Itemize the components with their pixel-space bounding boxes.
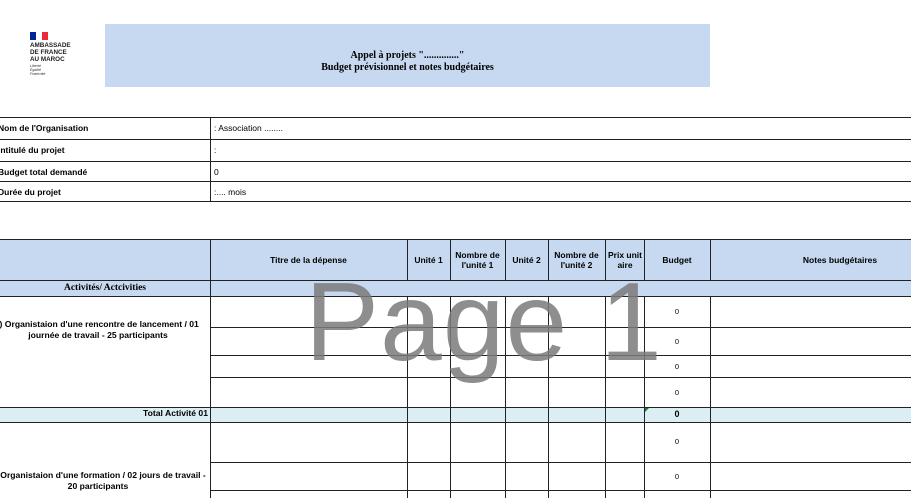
col-header-notes: Notes budgétaires [802, 254, 878, 265]
total-activity-1-value: 0 [674, 409, 680, 419]
cell-marker-icon [645, 408, 649, 412]
budget-table: Titre de la dépense Unité 1 Nombre de l'… [0, 0, 911, 498]
activity-1-budget-3[interactable]: 0 [672, 362, 682, 371]
col-header-nombre1: Nombre de l'unité 1 [455, 249, 500, 270]
activity-2-label: II) Organistaion d'une formation / 02 jo… [0, 470, 206, 491]
activity-1-budget-4[interactable]: 0 [672, 388, 682, 397]
col-header-budget: Budget [662, 254, 692, 265]
col-header-unite2: Unité 2 [512, 254, 541, 265]
col-header-titre: Titre de la dépense [270, 254, 347, 265]
section-label-activites: Activités/ Actcivities [63, 283, 147, 293]
activity-1-budget-2[interactable]: 0 [672, 337, 682, 346]
total-activity-1-label: Total Activité 01 [143, 408, 208, 418]
col-header-unite1: Unité 1 [414, 254, 443, 265]
col-header-nombre2: Nombre de l'unité 2 [554, 249, 599, 270]
activity-2-budget-2[interactable]: 0 [672, 472, 682, 481]
activity-1-budget-1[interactable]: 0 [672, 307, 682, 316]
activity-2-budget-1[interactable]: 0 [672, 437, 682, 446]
activity-1-label: I) Organistaion d'une rencontre de lance… [0, 319, 199, 340]
col-header-prix: Prix unitaire [608, 249, 643, 270]
